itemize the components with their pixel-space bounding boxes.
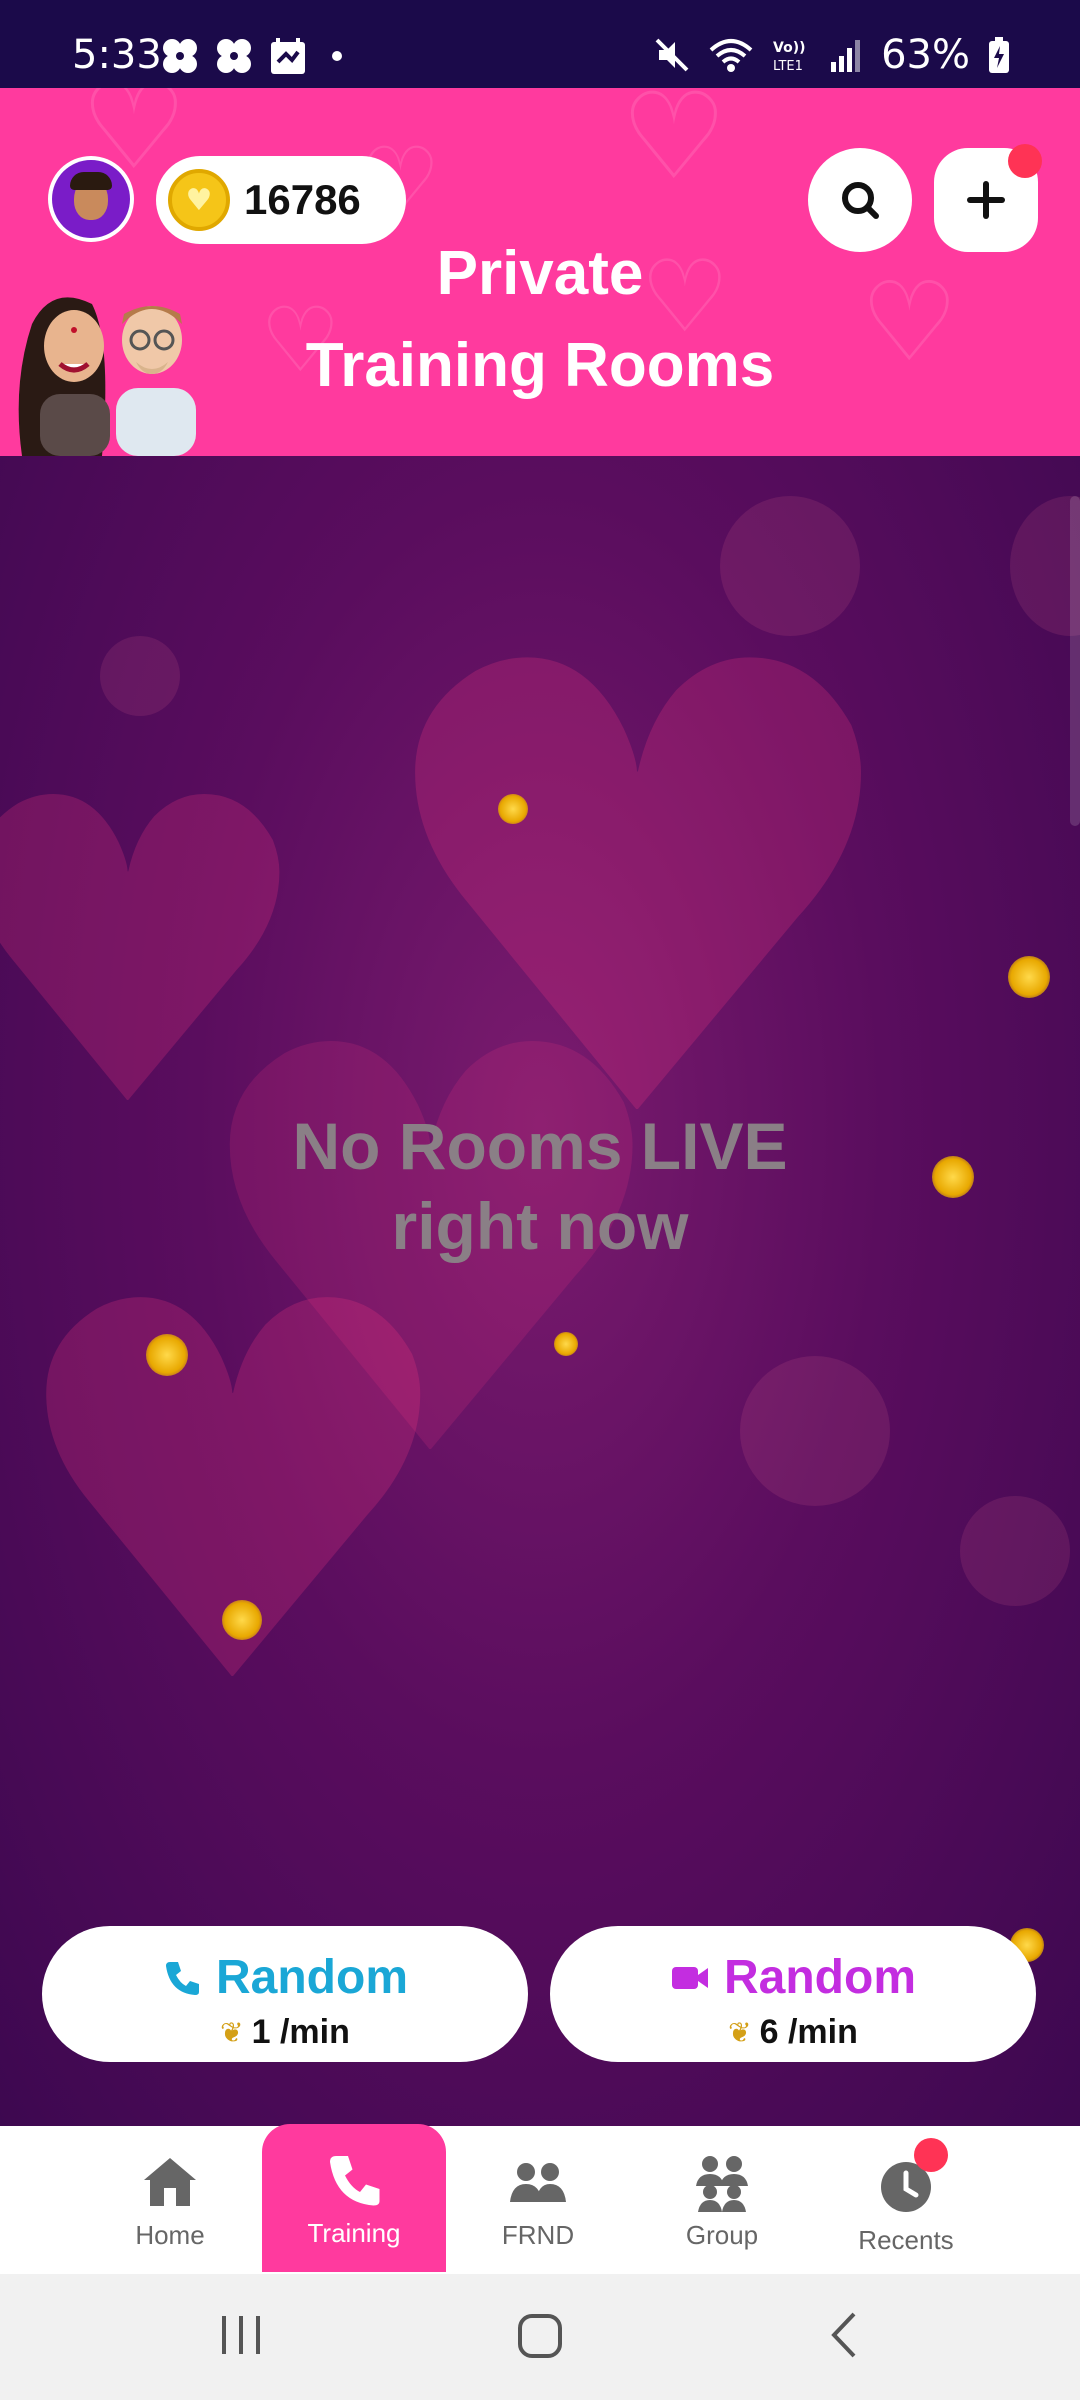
scrollbar[interactable] xyxy=(1070,496,1080,826)
home-nav-icon[interactable] xyxy=(516,2310,564,2360)
status-time: 5:33 xyxy=(72,32,162,78)
rooms-area[interactable]: ♥ ♥ ♥ ♥ No Rooms LIVE right now Random ❦… xyxy=(0,456,1080,2126)
random-video-rate: 6 /min xyxy=(759,2013,858,2051)
decorative-heart: ♡ xyxy=(620,88,728,207)
home-icon xyxy=(144,2157,196,2206)
nav-item-group[interactable]: Group xyxy=(630,2126,814,2274)
decorative-sparkle xyxy=(222,1600,262,1640)
back-icon[interactable] xyxy=(824,2310,864,2360)
recents-notification-dot xyxy=(914,2138,948,2172)
video-icon xyxy=(672,1966,708,1989)
group-icon xyxy=(696,2155,748,2212)
more-notifications-dot xyxy=(332,51,342,61)
pinwheel-icon xyxy=(217,39,251,73)
volte-icon: Vo)) LTE1 xyxy=(773,40,805,74)
signal-icon xyxy=(831,40,861,72)
random-voice-label: Random xyxy=(216,1951,408,2004)
decorative-sparkle xyxy=(146,1334,188,1376)
status-bar: 5:33 Vo)) LTE1 63% xyxy=(0,0,1080,88)
decorative-sparkle xyxy=(498,794,528,824)
avatar[interactable] xyxy=(48,156,134,242)
plus-icon xyxy=(967,181,1005,219)
decorative-bokeh xyxy=(960,1496,1070,1606)
coin-count: 16786 xyxy=(244,176,361,223)
system-nav-bar xyxy=(0,2274,1080,2400)
status-notification-icons xyxy=(160,36,342,76)
recent-apps-icon[interactable] xyxy=(218,2310,264,2360)
add-button[interactable] xyxy=(934,144,1042,252)
coin-icon: ♥ xyxy=(168,169,230,231)
pinwheel-icon xyxy=(163,39,197,73)
decorative-sparkle xyxy=(932,1156,974,1198)
nav-label-group: Group xyxy=(685,2219,759,2250)
nav-item-recents[interactable]: Recents xyxy=(814,2126,998,2274)
friends-icon xyxy=(510,2162,566,2202)
random-voice-rate: 1 /min xyxy=(251,2013,350,2051)
nav-item-home[interactable]: Home xyxy=(78,2126,262,2274)
nav-label-training: Training xyxy=(307,2217,401,2248)
rose-icon: ❦ xyxy=(728,2016,752,2049)
battery-percent: 63% xyxy=(881,32,970,78)
mute-icon xyxy=(655,38,689,72)
random-voice-call-button[interactable]: Random ❦ 1 /min xyxy=(42,1926,528,2062)
empty-state-message: No Rooms LIVE right now xyxy=(200,1106,880,1266)
svg-text:LTE1: LTE1 xyxy=(773,59,803,74)
svg-text:Vo)): Vo)) xyxy=(773,40,805,56)
search-icon xyxy=(842,182,879,219)
decorative-heart: ♥ xyxy=(0,1193,467,1799)
random-video-call-button[interactable]: Random ❦ 6 /min xyxy=(550,1926,1036,2062)
rose-icon: ❦ xyxy=(220,2016,244,2049)
empty-state-line2: right now xyxy=(391,1189,689,1263)
nav-label-recents: Recents xyxy=(858,2224,954,2255)
random-video-label: Random xyxy=(724,1951,916,2004)
nav-item-frnd[interactable]: FRND xyxy=(446,2126,630,2274)
nav-label-frnd: FRND xyxy=(501,2219,575,2250)
wifi-icon xyxy=(709,39,753,72)
couple-illustration xyxy=(18,297,196,456)
status-system-icons: Vo)) LTE1 63% xyxy=(653,32,1010,78)
decorative-sparkle xyxy=(554,1332,578,1356)
decorative-heart: ♡ xyxy=(860,258,959,386)
header: ♡ ♡ ♡ ♡ ♡ ♡ ♥ 16786 Private Training Roo… xyxy=(0,88,1080,456)
decorative-bokeh xyxy=(740,1356,890,1506)
page-title-line2: Training Rooms xyxy=(305,331,775,400)
nav-label-home: Home xyxy=(135,2219,205,2250)
calendar-icon xyxy=(271,38,305,74)
nav-item-training[interactable]: Training xyxy=(262,2124,446,2272)
page-title-line1: Private xyxy=(436,239,644,308)
notification-dot xyxy=(1008,144,1042,178)
phone-icon xyxy=(330,2155,380,2205)
battery-icon xyxy=(989,37,1009,73)
empty-state-line1: No Rooms LIVE xyxy=(292,1109,788,1183)
avatar-image xyxy=(52,160,130,238)
phone-icon xyxy=(166,1961,199,1995)
bottom-nav: Home Training FRND Group Recents xyxy=(0,2124,1080,2274)
decorative-bokeh xyxy=(100,636,180,716)
decorative-sparkle xyxy=(1008,956,1050,998)
page-title: Private Training Rooms xyxy=(240,228,840,412)
avatar-hair xyxy=(70,172,112,190)
